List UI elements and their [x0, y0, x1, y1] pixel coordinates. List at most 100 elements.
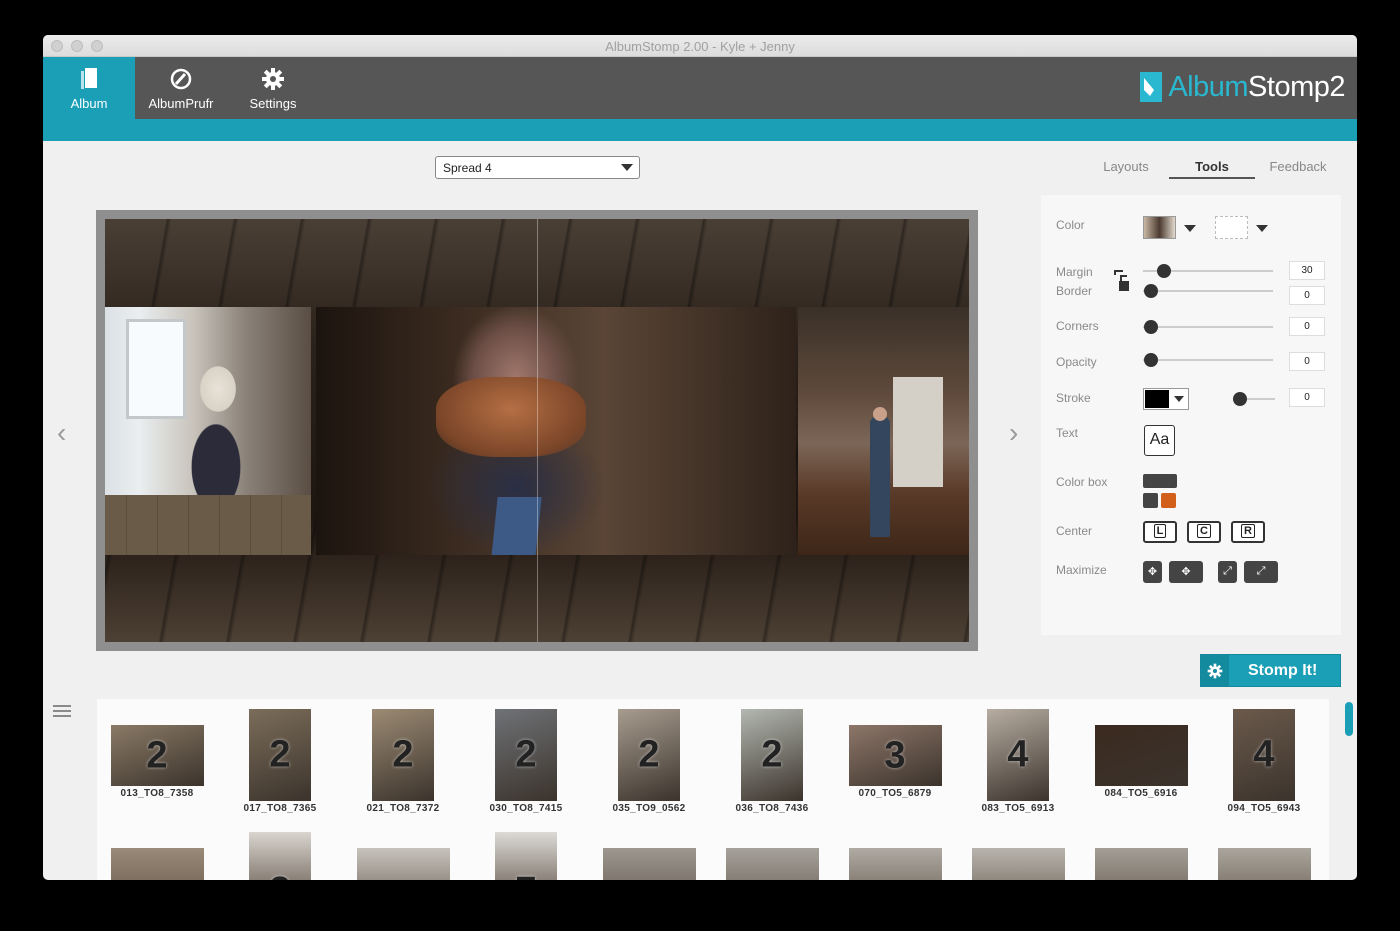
thumbnail-item[interactable]: 2	[220, 832, 340, 880]
thumbnail-item[interactable]: 4 083_TO5_6913	[958, 709, 1078, 814]
corners-value[interactable]: 0	[1289, 317, 1325, 336]
thumbnail-item[interactable]: 2 013_TO8_7358	[97, 725, 217, 799]
thumbnail-image[interactable]: 2	[249, 709, 311, 801]
photo-strip: 2 013_TO8_7358 2 017_TO8_7365 2 021_TO8_7372 2…	[97, 699, 1329, 880]
thumbnail-item[interactable]: 4 094_TO5_6943	[1204, 709, 1324, 814]
center-center-button[interactable]: C	[1187, 521, 1221, 543]
thumbnail-image[interactable]	[1094, 848, 1188, 880]
nav-tab-settings[interactable]: Settings	[227, 57, 319, 119]
hamburger-menu-icon[interactable]	[53, 705, 71, 720]
thumbnail-image[interactable]: 2	[495, 709, 557, 801]
stroke-chevron-down-icon	[1174, 396, 1184, 402]
color-label: Color	[1056, 218, 1085, 232]
photo-left[interactable]	[105, 307, 311, 555]
maximize-move-small-icon[interactable]: ✥	[1143, 561, 1162, 583]
nav-tab-album[interactable]: Album	[43, 57, 135, 119]
margin-value[interactable]: 30	[1289, 261, 1325, 280]
stroke-slider-knob[interactable]	[1233, 392, 1247, 406]
maximize-label: Maximize	[1056, 563, 1107, 577]
border-label: Border	[1056, 284, 1093, 298]
spread-canvas[interactable]	[96, 210, 978, 651]
thumbnail-usage-count: 2	[146, 734, 168, 776]
thumbnail-image[interactable]: 4	[987, 709, 1049, 801]
stroke-color-select[interactable]	[1143, 388, 1189, 410]
tab-layouts[interactable]: Layouts	[1083, 153, 1169, 179]
thumbnail-image[interactable]: 9	[1217, 848, 1311, 880]
nav-tab-albumprufr[interactable]: AlbumPrufr	[135, 57, 227, 119]
thumbnail-image[interactable]: 2	[372, 709, 434, 801]
thumbnail-usage-count: 2	[269, 733, 291, 776]
colorbox-swatch-gray-wide[interactable]	[1143, 474, 1177, 488]
border-slider-knob[interactable]	[1144, 284, 1158, 298]
thumbnail-item[interactable]: 2 030_TO8_7415	[466, 709, 586, 814]
thumbnail-item[interactable]: 2 021_TO8_7372	[343, 709, 463, 814]
border-slider[interactable]	[1143, 284, 1273, 298]
colorbox-swatch-orange[interactable]	[1161, 493, 1176, 508]
opacity-label: Opacity	[1056, 355, 1097, 369]
thumbnail-image[interactable]: 2	[618, 709, 680, 801]
prev-spread-chevron-left-icon[interactable]: ‹	[57, 417, 66, 449]
maximize-expand-wide-icon[interactable]: ⤢	[1244, 561, 1278, 583]
thumbnail-image[interactable]: 7	[356, 848, 450, 880]
photo-right[interactable]	[798, 307, 969, 555]
spread-select[interactable]: Spread 4	[435, 156, 640, 179]
next-spread-chevron-right-icon[interactable]: ›	[1009, 417, 1018, 449]
tab-feedback[interactable]: Feedback	[1255, 153, 1341, 179]
thumbnail-item[interactable]: 9	[835, 848, 955, 880]
thumbnail-item[interactable]: 2 017_TO8_7365	[220, 709, 340, 814]
maximize-expand-small-icon[interactable]: ⤢	[1218, 561, 1237, 583]
color2-chevron-down-icon[interactable]	[1256, 225, 1268, 232]
thumbnail-item[interactable]: 2 036_TO8_7436	[712, 709, 832, 814]
opacity-slider[interactable]	[1143, 353, 1273, 367]
maximize-move-wide-icon[interactable]: ✥	[1169, 561, 1203, 583]
opacity-value[interactable]: 0	[1289, 352, 1325, 371]
corners-slider[interactable]	[1143, 320, 1273, 334]
thumbnail-image[interactable]: 2	[110, 725, 204, 786]
center-right-label: R	[1241, 524, 1255, 538]
thumbnail-image[interactable]: 3	[848, 725, 942, 786]
thumbnail-item[interactable]: 9	[1204, 848, 1324, 880]
thumbnail-item[interactable]: 9	[958, 848, 1078, 880]
stomp-it-button[interactable]: Stomp It!	[1200, 654, 1341, 687]
accent-strip	[43, 119, 1357, 141]
center-left-button[interactable]: L	[1143, 521, 1177, 543]
thumbnail-item[interactable]: 2 035_TO9_0562	[589, 709, 709, 814]
thumbnail-image[interactable]: 4	[1233, 709, 1295, 801]
corners-slider-knob[interactable]	[1144, 320, 1158, 334]
margin-slider[interactable]	[1143, 264, 1273, 278]
thumbnail-item[interactable]: 9	[712, 848, 832, 880]
link-lock-icon[interactable]	[1111, 267, 1131, 295]
thumbnail-item[interactable]: 8	[589, 848, 709, 880]
logo-text-album: Album	[1168, 70, 1249, 103]
thumbnail-image[interactable]: 8	[602, 848, 696, 880]
thumbnail-item[interactable]: 3 070_TO5_6879	[835, 725, 955, 799]
border-value[interactable]: 0	[1289, 286, 1325, 305]
text-tool-button[interactable]: Aa	[1144, 425, 1175, 456]
tab-tools[interactable]: Tools	[1169, 153, 1255, 179]
thumbnail-image[interactable]	[1094, 725, 1188, 786]
stroke-slider[interactable]	[1233, 392, 1275, 406]
colorbox-swatch-gray[interactable]	[1143, 493, 1158, 508]
thumbnail-image[interactable]: 2	[249, 832, 311, 880]
thumbnail-image[interactable]: 2	[741, 709, 803, 801]
thumbnail-image[interactable]: 4	[110, 848, 204, 880]
thumbnail-image[interactable]: 9	[848, 848, 942, 880]
thumbnail-item[interactable]	[1081, 848, 1201, 880]
color-chevron-down-icon[interactable]	[1184, 225, 1196, 232]
photo-strip-scrollbar[interactable]	[1345, 702, 1353, 736]
spread-page[interactable]	[105, 219, 969, 642]
thumbnail-image[interactable]: 9	[971, 848, 1065, 880]
thumbnail-image[interactable]: 7	[495, 832, 557, 880]
thumbnail-item[interactable]: 4	[97, 848, 217, 880]
color-photo-swatch[interactable]	[1143, 216, 1176, 239]
thumbnail-item[interactable]: 084_TO5_6916	[1081, 725, 1201, 799]
margin-slider-knob[interactable]	[1157, 264, 1171, 278]
color-empty-swatch[interactable]	[1215, 216, 1248, 239]
opacity-slider-knob[interactable]	[1144, 353, 1158, 367]
thumbnail-item[interactable]: 7	[466, 832, 586, 880]
thumbnail-image[interactable]: 9	[725, 848, 819, 880]
thumbnail-item[interactable]: 7	[343, 848, 463, 880]
photo-center[interactable]	[316, 307, 796, 555]
center-right-button[interactable]: R	[1231, 521, 1265, 543]
stroke-value[interactable]: 0	[1289, 388, 1325, 407]
